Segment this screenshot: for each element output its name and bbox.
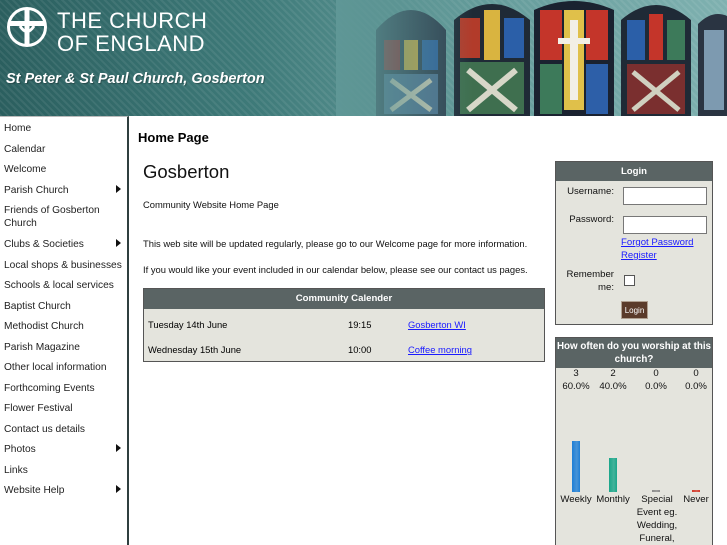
sidebar-item-local-shops-businesses[interactable]: Local shops & businesses <box>0 258 127 279</box>
remember-me-label-line2: me: <box>598 282 614 293</box>
password-input[interactable] <box>623 216 707 234</box>
sidebar-item-label: Forthcoming Events <box>4 382 95 394</box>
sidebar-item-label: Methodist Church <box>4 321 84 332</box>
calendar-date: Wednesday 15th June <box>148 344 242 355</box>
sidebar-item-baptist-church[interactable]: Baptist Church <box>0 299 127 320</box>
org-name-line1: THE CHURCH <box>57 8 208 33</box>
stained-glass-windows-image <box>336 0 727 116</box>
sidebar-item-schools-local-services[interactable]: Schools & local services <box>0 278 127 299</box>
login-button[interactable]: Login <box>621 301 648 319</box>
sidebar-item-links[interactable]: Links <box>0 463 127 484</box>
sidebar-item-label: Contact us details <box>4 423 85 435</box>
poll-count: 2 <box>610 368 616 379</box>
sidebar-item-forthcoming-events[interactable]: Forthcoming Events <box>0 381 127 402</box>
poll-option-label: Weekly <box>560 494 592 505</box>
sidebar-item-home[interactable]: Home <box>0 121 127 142</box>
sidebar-item-label: Local shops & businesses <box>4 259 122 271</box>
sidebar-item-label: Friends of Gosberton Church <box>4 205 100 229</box>
page-title: Home Page <box>138 130 209 145</box>
sidebar-item-contact-us-details[interactable]: Contact us details <box>0 422 127 443</box>
calendar-time: 10:00 <box>348 344 372 355</box>
remember-me-checkbox[interactable] <box>624 275 635 286</box>
submenu-arrow-icon <box>116 485 121 493</box>
submenu-arrow-icon <box>116 184 121 193</box>
sidebar-item-friends-of-gosberton-church[interactable]: Friends of Gosberton Church <box>0 203 127 237</box>
calendar-event-link[interactable]: Coffee morning <box>408 344 472 355</box>
sidebar-item-label: Other local information <box>4 362 107 373</box>
church-of-england-logo-icon[interactable] <box>6 6 48 48</box>
sidebar-item-flower-festival[interactable]: Flower Festival <box>0 401 127 422</box>
site-name: St Peter & St Paul Church, Gosberton <box>6 71 265 87</box>
poll-bar <box>652 490 660 492</box>
poll-bar <box>572 441 580 492</box>
poll-option-label: Monthly <box>596 494 630 505</box>
poll-percent: 40.0% <box>599 381 627 392</box>
calendar-date: Tuesday 14th June <box>148 319 228 330</box>
poll-count: 0 <box>653 368 659 379</box>
sidebar-item-welcome[interactable]: Welcome <box>0 162 127 183</box>
sidebar-item-clubs-societies[interactable]: Clubs & Societies <box>0 237 127 258</box>
page-subtitle: Community Website Home Page <box>143 199 279 210</box>
poll-option-label: Special Event eg. Wedding, Funeral, <box>636 494 678 544</box>
sidebar-item-label: Flower Festival <box>4 403 73 414</box>
poll-option-label: Never <box>683 494 709 505</box>
sidebar-item-methodist-church[interactable]: Methodist Church <box>0 319 127 340</box>
username-label: Username: <box>567 186 614 197</box>
sidebar-item-website-help[interactable]: Website Help <box>0 483 127 504</box>
intro-paragraph-2: If you would like your event included in… <box>143 264 528 275</box>
sidebar-item-label: Schools & local services <box>4 280 114 291</box>
site-header: THE CHURCH OF ENGLAND St Peter & St Paul… <box>0 0 727 116</box>
login-box: Login Username: Password: Forgot Passwor… <box>555 161 713 325</box>
sidebar-item-parish-church[interactable]: Parish Church <box>0 183 127 204</box>
forgot-password-link[interactable]: Forgot Password <box>621 237 694 248</box>
sidebar-item-label: Parish Magazine <box>4 341 80 353</box>
calendar-row: Tuesday 14th June 19:15 Gosberton WI <box>144 313 544 338</box>
sidebar-item-label: Parish Church <box>4 184 69 196</box>
sidebar-item-label: Links <box>4 464 28 476</box>
worship-poll: How often do you worship at this church?… <box>555 337 713 545</box>
username-input[interactable] <box>623 187 707 205</box>
poll-percent: 60.0% <box>562 381 590 392</box>
intro-paragraph-1: This web site will be updated regularly,… <box>143 238 528 249</box>
poll-percent: 0.0% <box>685 381 707 392</box>
submenu-arrow-icon <box>116 444 121 452</box>
org-name-line2: OF ENGLAND <box>57 31 206 56</box>
sidebar-item-label: Photos <box>4 444 36 455</box>
poll-bar <box>609 458 617 492</box>
sidebar-item-label: Calendar <box>4 143 46 155</box>
sidebar-item-other-local-information[interactable]: Other local information <box>0 360 127 381</box>
sidebar-item-parish-magazine[interactable]: Parish Magazine <box>0 340 127 361</box>
sidebar-item-label: Welcome <box>4 164 47 175</box>
login-title: Login <box>556 162 712 181</box>
sidebar-item-label: Website Help <box>4 485 65 496</box>
sidebar-item-photos[interactable]: Photos <box>0 442 127 463</box>
sidebar-item-label: Home <box>4 123 32 134</box>
sidebar-nav: Home Calendar Welcome Parish Church Friends … <box>0 116 129 545</box>
sidebar-item-calendar[interactable]: Calendar <box>0 142 127 163</box>
calendar-title: Community Calender <box>144 289 544 309</box>
poll-count: 0 <box>693 368 699 379</box>
poll-percent: 0.0% <box>645 381 667 392</box>
submenu-arrow-icon <box>116 239 121 247</box>
poll-bar <box>692 490 700 492</box>
poll-count: 3 <box>573 368 579 379</box>
calendar-event-link[interactable]: Gosberton WI <box>408 319 466 330</box>
sidebar-item-label: Clubs & Societies <box>4 239 84 250</box>
calendar-row: Wednesday 15th June 10:00 Coffee morning <box>144 338 544 363</box>
password-label: Password: <box>569 214 614 225</box>
community-calendar: Community Calender Tuesday 14th June 19:… <box>143 288 545 362</box>
remember-me-label-line1: Remember <box>566 269 614 280</box>
sidebar-item-label: Baptist Church <box>4 300 71 312</box>
page-heading: Gosberton <box>143 161 230 182</box>
poll-question: How often do you worship at this church? <box>556 338 712 368</box>
calendar-time: 19:15 <box>348 319 372 330</box>
register-link[interactable]: Register <box>621 250 657 261</box>
